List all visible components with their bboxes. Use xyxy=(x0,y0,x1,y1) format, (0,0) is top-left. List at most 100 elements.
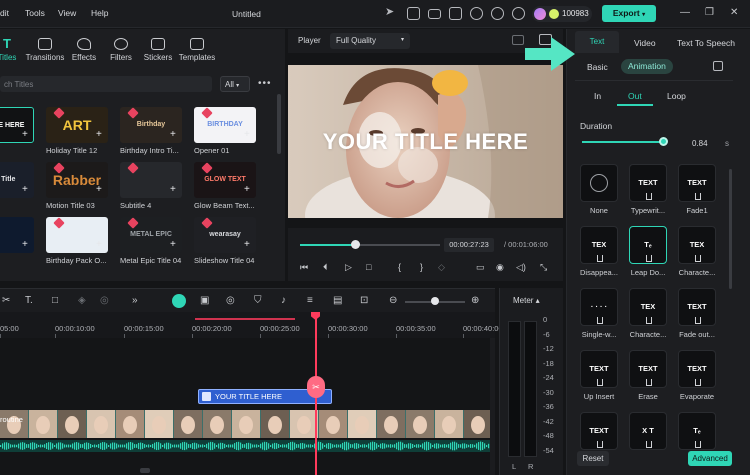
animation-preset[interactable]: Tₑ xyxy=(678,412,716,450)
subtab-animation[interactable]: Animation xyxy=(621,59,673,74)
animation-preset[interactable]: TEX xyxy=(629,288,667,326)
add-icon[interactable]: + xyxy=(22,239,28,250)
stop-icon[interactable]: □ xyxy=(366,262,371,272)
title-tile[interactable]: TITLE HERE xyxy=(0,107,34,143)
menu-help[interactable]: Help xyxy=(91,8,108,18)
animation-preset[interactable]: X T xyxy=(629,412,667,450)
video-clip[interactable]: routine xyxy=(0,410,490,438)
search-input[interactable]: ch Titles xyxy=(0,76,212,92)
text-tool-icon[interactable]: T. xyxy=(25,295,33,306)
animation-preset[interactable]: TEX xyxy=(678,226,716,264)
animation-preset[interactable]: TEXT xyxy=(629,164,667,202)
animation-preset[interactable]: · · · · xyxy=(580,288,618,326)
send-icon[interactable]: ➤ xyxy=(385,5,398,18)
save-icon[interactable] xyxy=(449,7,462,20)
animation-preset[interactable]: TEXT xyxy=(629,350,667,388)
playback-progress-handle[interactable] xyxy=(351,240,360,249)
presets-scrollbar[interactable] xyxy=(729,169,732,289)
add-icon[interactable]: + xyxy=(22,129,28,140)
close-icon[interactable]: ✕ xyxy=(730,7,738,18)
more-tools-icon[interactable]: » xyxy=(132,295,138,306)
split-scissors-icon[interactable]: ✂ xyxy=(307,376,325,398)
save-preset-icon[interactable] xyxy=(713,61,723,71)
tab-text-to-speech[interactable]: Text To Speech xyxy=(677,38,735,48)
title-tile[interactable] xyxy=(0,217,34,253)
display-icon[interactable]: ▭ xyxy=(476,262,485,273)
menu-edit[interactable]: dit xyxy=(0,8,9,18)
add-icon[interactable]: + xyxy=(96,239,102,250)
audio-waveform[interactable] xyxy=(0,440,490,452)
reset-button[interactable]: Reset xyxy=(577,451,609,466)
color-icon[interactable]: ◈ xyxy=(78,295,86,306)
snap-icon[interactable]: ▤ xyxy=(333,295,342,306)
menu-tools[interactable]: Tools xyxy=(25,8,45,18)
animation-preset[interactable]: TEXT xyxy=(678,350,716,388)
add-icon[interactable]: + xyxy=(244,184,250,195)
scissors-icon[interactable]: ✂ xyxy=(2,295,10,306)
credits-badge[interactable]: 100983 xyxy=(532,6,592,22)
mark-out-icon[interactable]: } xyxy=(420,262,423,272)
speed-icon[interactable]: ◎ xyxy=(100,295,109,306)
anim-tab-loop[interactable]: Loop xyxy=(667,91,686,101)
shield-icon[interactable]: ⛉ xyxy=(254,295,262,306)
animation-preset[interactable]: TEXT xyxy=(678,164,716,202)
title-tile[interactable]: ng Title xyxy=(0,162,34,198)
link-icon[interactable]: ⊡ xyxy=(360,295,368,306)
animation-preset[interactable]: Tₑ xyxy=(629,226,667,264)
duration-value[interactable]: 0.84 xyxy=(692,139,708,148)
record-icon[interactable]: ▣ xyxy=(200,295,209,306)
timeline-horizontal-scrollbar[interactable] xyxy=(140,468,150,473)
quality-dropdown[interactable]: Full Quality ▾ xyxy=(330,33,410,49)
menu-view[interactable]: View xyxy=(58,8,76,18)
export-button[interactable]: Export ▾ xyxy=(602,5,656,22)
minimize-icon[interactable]: — xyxy=(680,7,690,18)
video-overlay-title[interactable]: YOUR TITLE HERE xyxy=(288,129,563,155)
grid-view-icon[interactable] xyxy=(512,35,524,45)
add-icon[interactable]: + xyxy=(22,184,28,195)
duration-slider-handle[interactable] xyxy=(659,137,668,146)
animation-preset[interactable] xyxy=(580,164,618,202)
category-templates[interactable]: Templates xyxy=(174,38,220,62)
add-icon[interactable]: + xyxy=(96,129,102,140)
current-time[interactable]: 00:00:27:23 xyxy=(444,238,494,252)
microphone-icon[interactable]: ♪ xyxy=(281,295,286,306)
audio-mix-icon[interactable]: ≡ xyxy=(307,295,313,306)
volume-icon[interactable]: ◁) xyxy=(516,262,526,273)
anim-tab-in[interactable]: In xyxy=(594,91,601,101)
animation-preset[interactable]: TEX xyxy=(580,226,618,264)
mark-in-icon[interactable]: { xyxy=(398,262,401,272)
meter-title[interactable]: Meter ▴ xyxy=(513,296,540,305)
fullscreen-icon[interactable]: ⤡ xyxy=(540,262,547,273)
zoom-out-icon[interactable]: ⊖ xyxy=(389,295,397,306)
subtab-basic[interactable]: Basic xyxy=(587,62,608,72)
add-icon[interactable]: + xyxy=(96,184,102,195)
ai-tool-icon[interactable] xyxy=(172,294,186,308)
timeline-vertical-scrollbar[interactable] xyxy=(490,338,495,475)
video-preview[interactable]: YOUR TITLE HERE xyxy=(288,65,563,218)
tab-video[interactable]: Video xyxy=(634,38,656,48)
more-options-icon[interactable]: ••• xyxy=(258,78,272,89)
zoom-slider-handle[interactable] xyxy=(431,297,439,305)
advanced-button[interactable]: Advanced xyxy=(688,451,732,466)
timeline-ruler[interactable]: 05:00 00:00:10:00 00:00:15:00 00:00:20:00 00… xyxy=(0,312,503,338)
add-icon[interactable]: + xyxy=(170,129,176,140)
add-icon[interactable]: + xyxy=(244,239,250,250)
add-icon[interactable]: + xyxy=(244,129,250,140)
marker-icon[interactable]: ◇ xyxy=(438,262,445,273)
previous-frame-icon[interactable]: ⏮ xyxy=(300,262,308,273)
settings-icon[interactable] xyxy=(512,7,525,20)
library-scrollbar[interactable] xyxy=(277,94,281,154)
camera-icon[interactable]: ◉ xyxy=(496,262,504,273)
add-icon[interactable]: + xyxy=(170,239,176,250)
cloud-upload-icon[interactable] xyxy=(470,7,483,20)
animation-preset[interactable]: TEXT xyxy=(580,350,618,388)
timeline-tracks[interactable] xyxy=(0,338,495,475)
animation-preset[interactable]: TEXT xyxy=(580,412,618,450)
play-reverse-icon[interactable]: ⏴ xyxy=(323,262,328,273)
add-icon[interactable]: + xyxy=(170,184,176,195)
render-icon[interactable]: ◎ xyxy=(226,295,235,306)
layout-icon[interactable] xyxy=(428,9,441,19)
feedback-icon[interactable] xyxy=(407,7,420,20)
anim-tab-out[interactable]: Out xyxy=(628,91,642,101)
crop-icon[interactable]: □ xyxy=(52,295,58,306)
